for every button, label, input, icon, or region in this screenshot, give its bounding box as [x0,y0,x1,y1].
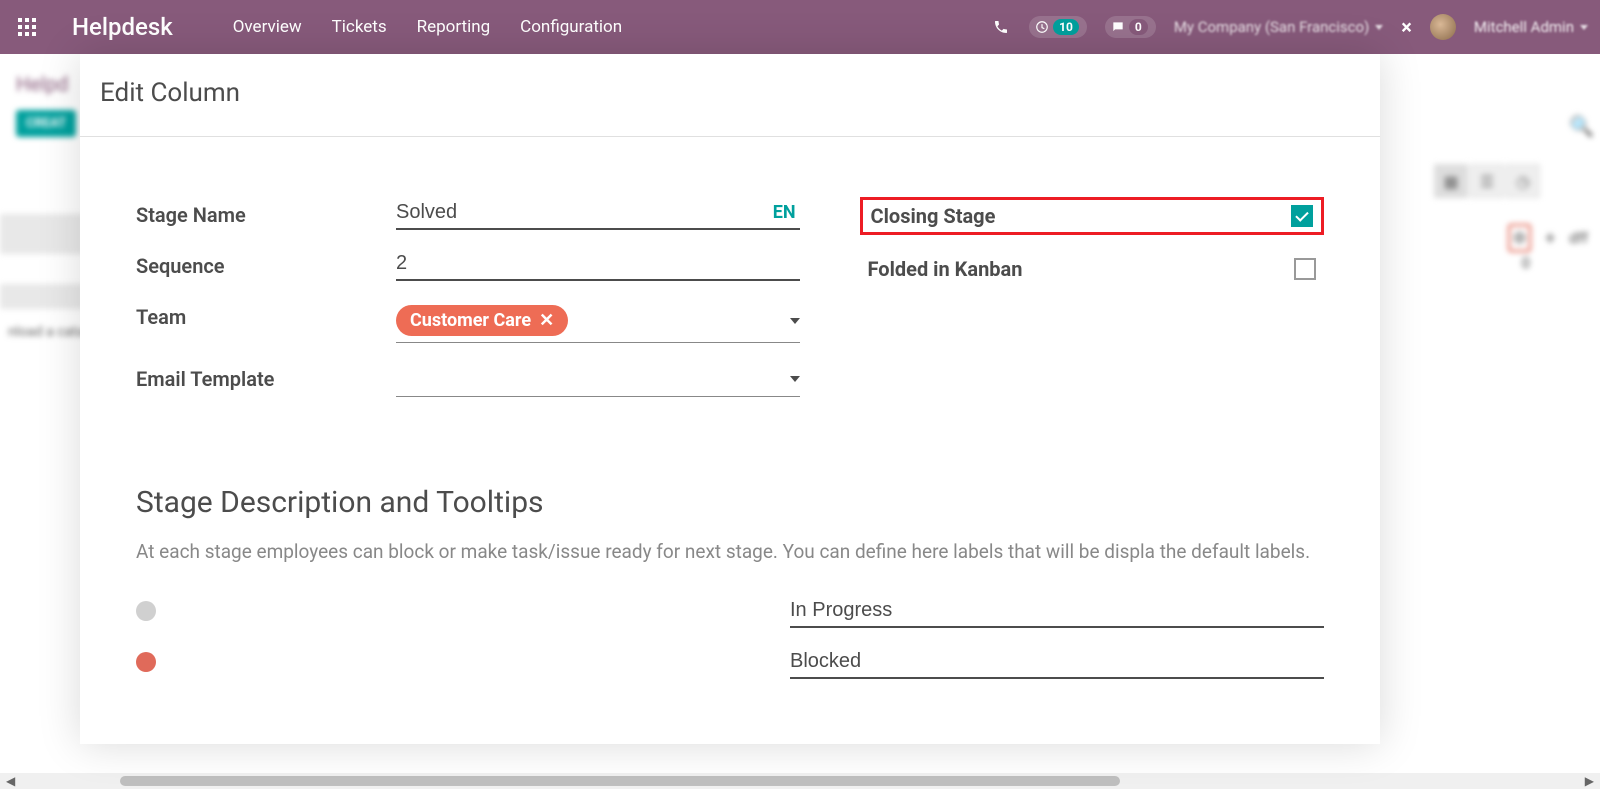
scroll-right-icon[interactable]: ▶ [1585,774,1594,788]
gear-icon[interactable]: ⚙ [1508,224,1531,252]
user-menu[interactable]: Mitchell Admin [1474,18,1588,36]
activity-count: 10 [1053,19,1079,35]
close-icon[interactable]: × [1401,15,1412,39]
column-count: 0 [1522,254,1530,272]
kanban-view-icon[interactable]: ▦ [1434,164,1468,198]
team-tag: Customer Care ✕ [396,305,568,336]
column-name[interactable]: dff [1569,229,1588,247]
sequence-input[interactable] [396,248,800,281]
scrollbar-thumb[interactable] [120,776,1120,786]
team-tag-label: Customer Care [410,310,531,331]
nav-tickets[interactable]: Tickets [332,17,387,37]
app-brand[interactable]: Helpdesk [72,13,173,41]
kanban-column-header: ⚙ + dff [1508,224,1588,252]
caret-down-icon [1375,25,1383,30]
closing-stage-row: Closing Stage [860,197,1324,235]
message-count: 0 [1129,19,1148,35]
user-name-label: Mitchell Admin [1474,18,1574,36]
status-dot-grey-icon [136,601,156,621]
caret-down-icon [790,376,800,382]
email-template-label: Email Template [136,361,396,391]
status-dot-red-icon [136,652,156,672]
apps-launcher-icon[interactable] [12,12,42,42]
list-view-icon[interactable]: ☰ [1470,164,1504,198]
activity-view-icon[interactable]: ◷ [1506,164,1540,198]
create-button[interactable]: CREAT [16,110,76,137]
status-normal-input[interactable] [790,595,1324,628]
section-description: At each stage employees can block or mak… [136,538,1324,567]
load-catalog-link[interactable]: nload a cata [8,324,84,340]
nav-menu: Overview Tickets Reporting Configuration [233,17,622,37]
stage-name-input[interactable] [396,197,769,228]
form-left-column: Stage Name EN Sequence Team [136,197,800,415]
email-template-select[interactable] [396,361,800,397]
nav-overview[interactable]: Overview [233,17,302,37]
sequence-label: Sequence [136,248,396,278]
avatar[interactable] [1430,14,1456,40]
nav-configuration[interactable]: Configuration [520,17,622,37]
closing-stage-checkbox[interactable] [1291,205,1313,227]
tag-remove-icon[interactable]: ✕ [539,310,554,331]
section-heading: Stage Description and Tooltips [136,485,1324,520]
view-switcher: ▦ ☰ ◷ [1434,164,1540,198]
company-name: My Company (San Francisco) [1174,18,1369,36]
modal-title: Edit Column [80,54,1380,137]
activity-indicator[interactable]: 10 [1029,16,1087,38]
team-select[interactable]: Customer Care ✕ [396,299,800,343]
nav-reporting[interactable]: Reporting [417,17,491,37]
folded-kanban-checkbox[interactable] [1294,258,1316,280]
nav-right: 10 0 My Company (San Francisco) × Mitche… [991,14,1588,40]
horizontal-scrollbar[interactable]: ◀ ▶ [0,773,1600,789]
stage-name-label: Stage Name [136,197,396,227]
form-right-column: Closing Stage Folded in Kanban [860,197,1324,415]
status-row-normal [136,595,1324,628]
closing-stage-label: Closing Stage [871,204,996,228]
caret-down-icon [1580,25,1588,30]
company-switcher[interactable]: My Company (San Francisco) [1174,18,1383,36]
language-button[interactable]: EN [769,202,800,223]
status-blocked-input[interactable] [790,646,1324,679]
phone-icon[interactable] [991,17,1011,37]
status-row-blocked [136,646,1324,679]
folded-kanban-label: Folded in Kanban [868,257,1023,281]
edit-column-modal: Edit Column Stage Name EN Sequence [80,54,1380,744]
add-column-icon[interactable]: + [1545,228,1555,249]
message-indicator[interactable]: 0 [1105,16,1156,38]
team-label: Team [136,299,396,329]
folded-kanban-row: Folded in Kanban [860,257,1324,281]
top-nav: Helpdesk Overview Tickets Reporting Conf… [0,0,1600,54]
search-icon[interactable]: 🔍 [1569,114,1594,138]
scroll-left-icon[interactable]: ◀ [6,774,15,788]
caret-down-icon [790,318,800,324]
